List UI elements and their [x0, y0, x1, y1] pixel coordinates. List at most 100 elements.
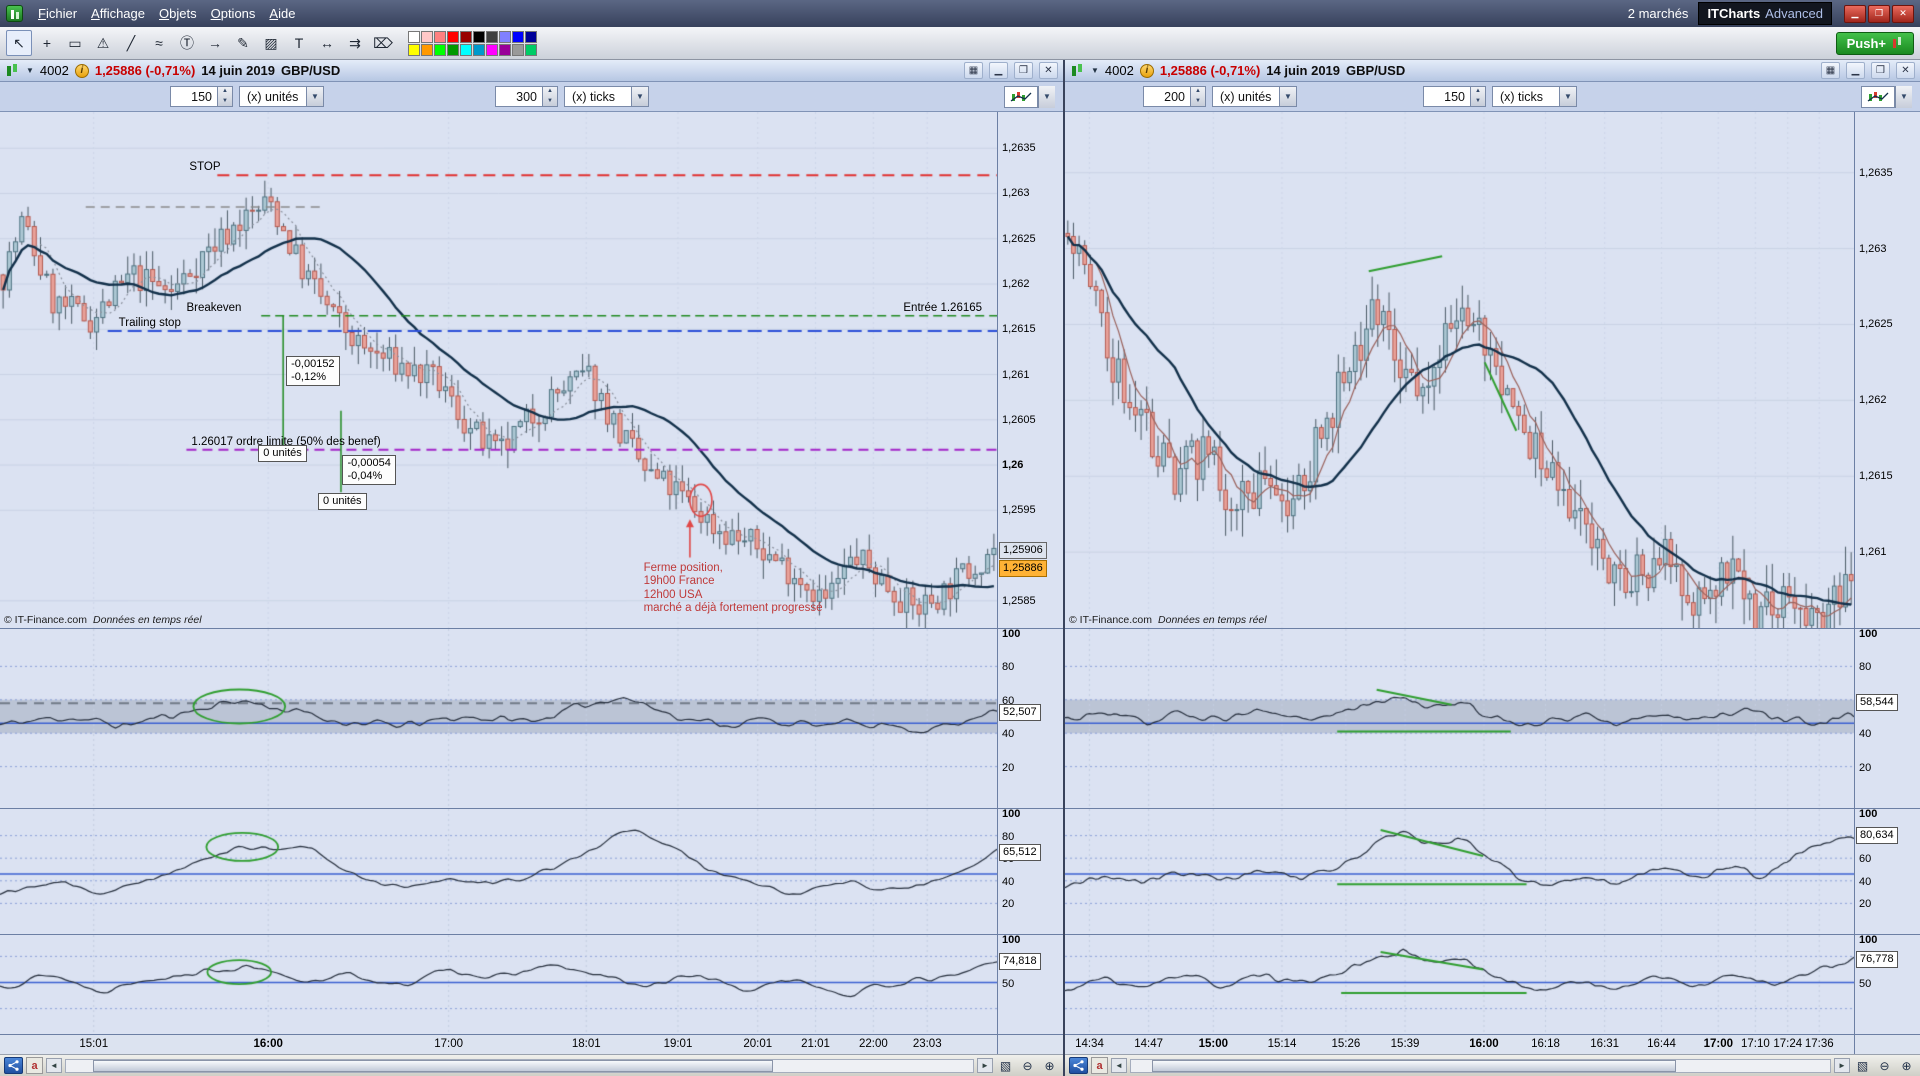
oscillator-canvas[interactable]: [1065, 629, 1854, 808]
highlight-tool-icon[interactable]: ▨: [258, 30, 284, 56]
oscillator-chart-3[interactable]: [1065, 935, 1854, 1034]
time-axis[interactable]: 15:01 16:00 17:00 18:01 19:01 20:01 21:01 22:00…: [0, 1034, 1063, 1054]
cursor-tool-icon[interactable]: ↖: [6, 30, 32, 56]
color-swatch[interactable]: [408, 30, 420, 43]
color-swatch[interactable]: [473, 43, 485, 56]
color-swatch[interactable]: [486, 43, 498, 56]
window-minimize-icon[interactable]: ▁: [1846, 62, 1865, 79]
window-titlebar[interactable]: ▼ 4002 i 1,25886 (-0,71%) 14 juin 2019 G…: [0, 60, 1063, 82]
info-icon[interactable]: i: [1139, 63, 1154, 78]
delete-tool-icon[interactable]: ⌦: [370, 30, 396, 56]
zoom-chart-icon[interactable]: ▧: [996, 1057, 1015, 1074]
scroll-right-button[interactable]: ►: [977, 1058, 993, 1073]
color-swatch[interactable]: [486, 30, 498, 43]
h-scrollbar[interactable]: [65, 1058, 974, 1073]
ticks-count-input[interactable]: 150 ▲ ▼: [1423, 86, 1486, 107]
units-count-input[interactable]: 150 ▲ ▼: [170, 86, 233, 107]
chart-style-button[interactable]: [1004, 85, 1038, 108]
color-swatch[interactable]: [421, 43, 433, 56]
time-axis[interactable]: 14:34 14:47 15:00 15:14 15:26 15:39 16:00 16:18…: [1065, 1034, 1920, 1054]
share-icon[interactable]: [1069, 1057, 1088, 1074]
app-minimize-button[interactable]: ▁: [1844, 4, 1866, 23]
main-chart[interactable]: © IT-Finance.com Données en temps réel: [1065, 112, 1854, 628]
info-icon[interactable]: i: [74, 63, 89, 78]
color-swatch[interactable]: [460, 30, 472, 43]
oscillator-chart-1[interactable]: [1065, 629, 1854, 808]
color-swatch[interactable]: [447, 30, 459, 43]
price-axis[interactable]: 1,2635 1,263 1,2625 1,262 1,2615 1,261: [1854, 112, 1920, 628]
arrow-tool-icon[interactable]: →: [202, 30, 228, 56]
candlestick-canvas[interactable]: [0, 112, 997, 628]
color-swatch[interactable]: [499, 43, 511, 56]
ticks-count-input[interactable]: 300 ▲ ▼: [495, 86, 558, 107]
oscillator-canvas[interactable]: [0, 629, 997, 808]
color-swatch[interactable]: [512, 30, 524, 43]
window-titlebar[interactable]: ▼ 4002 i 1,25886 (-0,71%) 14 juin 2019 G…: [1065, 60, 1920, 82]
freehand-tool-icon[interactable]: ≈: [146, 30, 172, 56]
price-axis[interactable]: 1,2635 1,263 1,2625 1,262 1,2615 1,261 1,2605 1…: [997, 112, 1063, 628]
window-close-icon[interactable]: ✕: [1039, 62, 1058, 79]
color-swatch[interactable]: [434, 30, 446, 43]
scrollbar-thumb[interactable]: [1151, 1059, 1677, 1072]
window-close-icon[interactable]: ✕: [1896, 62, 1915, 79]
zoom-out-icon[interactable]: ⊖: [1018, 1057, 1037, 1074]
h-scrollbar[interactable]: [1130, 1058, 1831, 1073]
chart-style-button[interactable]: [1861, 85, 1895, 108]
horizontal-extend-tool-icon[interactable]: ↔: [314, 30, 340, 56]
oscillator-chart-3[interactable]: [0, 935, 997, 1034]
trend-line-tool-icon[interactable]: ╱: [118, 30, 144, 56]
color-swatch[interactable]: [434, 43, 446, 56]
oscillator-chart-1[interactable]: [0, 629, 997, 808]
color-swatch[interactable]: [408, 43, 420, 56]
parallel-lines-tool-icon[interactable]: ⇉: [342, 30, 368, 56]
color-swatch[interactable]: [460, 43, 472, 56]
units-count-input[interactable]: 200 ▲ ▼: [1143, 86, 1206, 107]
instrument-dropdown-icon[interactable]: ▼: [1091, 66, 1099, 75]
window-maximize-icon[interactable]: ❒: [1871, 62, 1890, 79]
scrollbar-thumb[interactable]: [93, 1059, 774, 1072]
ticks-type-select[interactable]: (x) ticks ▼: [1492, 86, 1577, 107]
color-swatch[interactable]: [525, 43, 537, 56]
oscillator-canvas[interactable]: [0, 935, 997, 1034]
chart-style-dropdown[interactable]: ▼: [1895, 85, 1912, 108]
push-button[interactable]: Push+: [1835, 31, 1914, 55]
menu-objets[interactable]: Objets: [152, 2, 204, 25]
zoom-chart-icon[interactable]: ▧: [1853, 1057, 1872, 1074]
oscillator-canvas[interactable]: [1065, 935, 1854, 1034]
menu-fichier[interactable]: Fichier: [31, 2, 84, 25]
oscillator-chart-2[interactable]: [1065, 809, 1854, 934]
color-swatch[interactable]: [512, 43, 524, 56]
crosshair-tool-icon[interactable]: +: [34, 30, 60, 56]
scroll-right-button[interactable]: ►: [1834, 1058, 1850, 1073]
color-swatch[interactable]: [421, 30, 433, 43]
oscillator-canvas[interactable]: [1065, 809, 1854, 934]
candlestick-canvas[interactable]: [1065, 112, 1854, 628]
zoom-out-icon[interactable]: ⊖: [1875, 1057, 1894, 1074]
pencil-tool-icon[interactable]: ✎: [230, 30, 256, 56]
app-restore-button[interactable]: ❐: [1868, 4, 1890, 23]
color-swatch[interactable]: [447, 43, 459, 56]
oscillator-canvas[interactable]: [0, 809, 997, 934]
oscillator-chart-2[interactable]: [0, 809, 997, 934]
menu-aide[interactable]: Aide: [262, 2, 302, 25]
color-swatch[interactable]: [525, 30, 537, 43]
magnet-icon[interactable]: a: [26, 1057, 43, 1074]
color-swatch[interactable]: [473, 30, 485, 43]
circled-text-tool-icon[interactable]: Ⓣ: [174, 30, 200, 56]
grid-view-icon[interactable]: ▦: [1821, 62, 1840, 79]
menu-options[interactable]: Options: [204, 2, 263, 25]
magnet-icon[interactable]: a: [1091, 1057, 1108, 1074]
main-chart[interactable]: STOP Breakeven Entrée 1.26165 Trailing stop…: [0, 112, 997, 628]
scroll-left-button[interactable]: ◄: [1111, 1058, 1127, 1073]
window-maximize-icon[interactable]: ❒: [1014, 62, 1033, 79]
zoom-in-icon[interactable]: ⊕: [1897, 1057, 1916, 1074]
window-id[interactable]: 4002: [40, 63, 69, 78]
alarm-tool-icon[interactable]: ⚠: [90, 30, 116, 56]
chart-style-dropdown[interactable]: ▼: [1038, 85, 1055, 108]
scroll-left-button[interactable]: ◄: [46, 1058, 62, 1073]
share-icon[interactable]: [4, 1057, 23, 1074]
units-type-select[interactable]: (x) unités ▼: [239, 86, 324, 107]
text-tool-icon[interactable]: T: [286, 30, 312, 56]
units-type-select[interactable]: (x) unités ▼: [1212, 86, 1297, 107]
instrument-dropdown-icon[interactable]: ▼: [26, 66, 34, 75]
